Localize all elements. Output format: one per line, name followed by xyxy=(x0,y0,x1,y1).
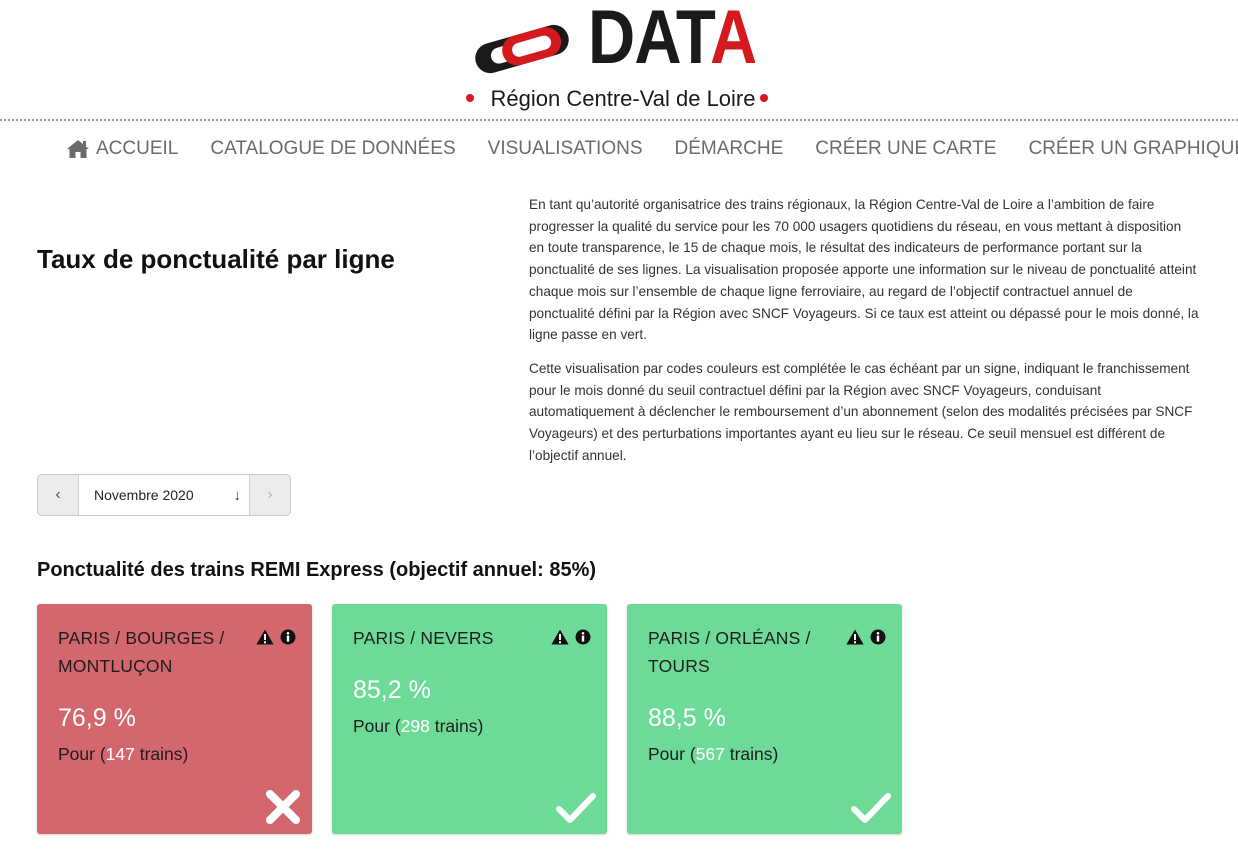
nav-item-creer-graphique[interactable]: CRÉER UN GRAPHIQUE xyxy=(1028,138,1238,160)
logo-dot-right xyxy=(760,94,768,102)
section-title: Ponctualité des trains REMI Express (obj… xyxy=(37,559,597,581)
warning-icon[interactable] xyxy=(256,629,274,645)
card-line-name: PARIS / NEVERS xyxy=(353,628,494,648)
warning-icon[interactable] xyxy=(846,629,864,645)
intro-paragraph: En tant qu’autorité organisatrice des tr… xyxy=(529,197,1199,343)
nav-item-accueil[interactable]: ACCUEIL xyxy=(66,138,178,160)
info-icon[interactable] xyxy=(280,629,296,645)
card-train-count: Pour (147 trains) xyxy=(58,744,189,764)
main-nav: ACCUEIL CATALOGUE DE DONNÉES VISUALISATI… xyxy=(66,134,1238,164)
nav-item-creer-carte[interactable]: CRÉER UNE CARTE xyxy=(815,138,996,160)
warning-icon[interactable] xyxy=(551,629,569,645)
intro-text: En tant qu’autorité organisatrice des tr… xyxy=(529,194,1199,478)
cross-icon xyxy=(266,790,300,824)
check-icon xyxy=(851,793,891,823)
logo-subtitle: Région Centre-Val de Loire xyxy=(490,86,756,111)
card-punctuality-rate: 85,2 % xyxy=(353,676,431,704)
card-punctuality-rate: 76,9 % xyxy=(58,704,136,732)
header-divider xyxy=(0,119,1238,121)
line-card-paris-bourges-montlucon[interactable]: PARIS / BOURGES / MONTLUÇON 76,9 % Pour … xyxy=(37,604,312,834)
previous-month-button[interactable]: ‹ xyxy=(38,475,78,515)
logo-wordmark: DATA xyxy=(588,0,757,80)
site-logo[interactable]: DATA Région Centre-Val de Loire xyxy=(466,0,778,111)
line-card-paris-nevers[interactable]: PARIS / NEVERS 85,2 % Pour (298 trains) xyxy=(332,604,607,834)
page-title: Taux de ponctualité par ligne xyxy=(37,244,395,274)
line-card-paris-orleans-tours[interactable]: PARIS / ORLÉANS / TOURS 88,5 % Pour (567… xyxy=(627,604,902,834)
intro-paragraph: Cette visualisation par codes couleurs e… xyxy=(529,360,1193,463)
logo-link-icon xyxy=(475,24,569,74)
card-line-name: PARIS / BOURGES / MONTLUÇON xyxy=(58,628,225,676)
month-select[interactable]: Novembre 2020 ↓ xyxy=(78,475,250,515)
nav-item-visualisations[interactable]: VISUALISATIONS xyxy=(488,138,643,160)
check-icon xyxy=(556,793,596,823)
month-select-value: Novembre 2020 xyxy=(94,487,194,503)
month-selector: ‹ Novembre 2020 ↓ › xyxy=(37,474,291,516)
nav-item-catalogue[interactable]: CATALOGUE DE DONNÉES xyxy=(210,138,455,160)
next-month-button[interactable]: › xyxy=(250,475,290,515)
card-train-count: Pour (567 trains) xyxy=(648,744,779,764)
dropdown-arrow-icon: ↓ xyxy=(233,486,242,504)
home-icon xyxy=(67,140,89,158)
card-train-count: Pour (298 trains) xyxy=(353,716,484,736)
nav-item-demarche[interactable]: DÉMARCHE xyxy=(675,138,784,160)
info-icon[interactable] xyxy=(870,629,886,645)
card-punctuality-rate: 88,5 % xyxy=(648,704,726,732)
info-icon[interactable] xyxy=(575,629,591,645)
card-line-name: PARIS / ORLÉANS / TOURS xyxy=(648,628,811,676)
